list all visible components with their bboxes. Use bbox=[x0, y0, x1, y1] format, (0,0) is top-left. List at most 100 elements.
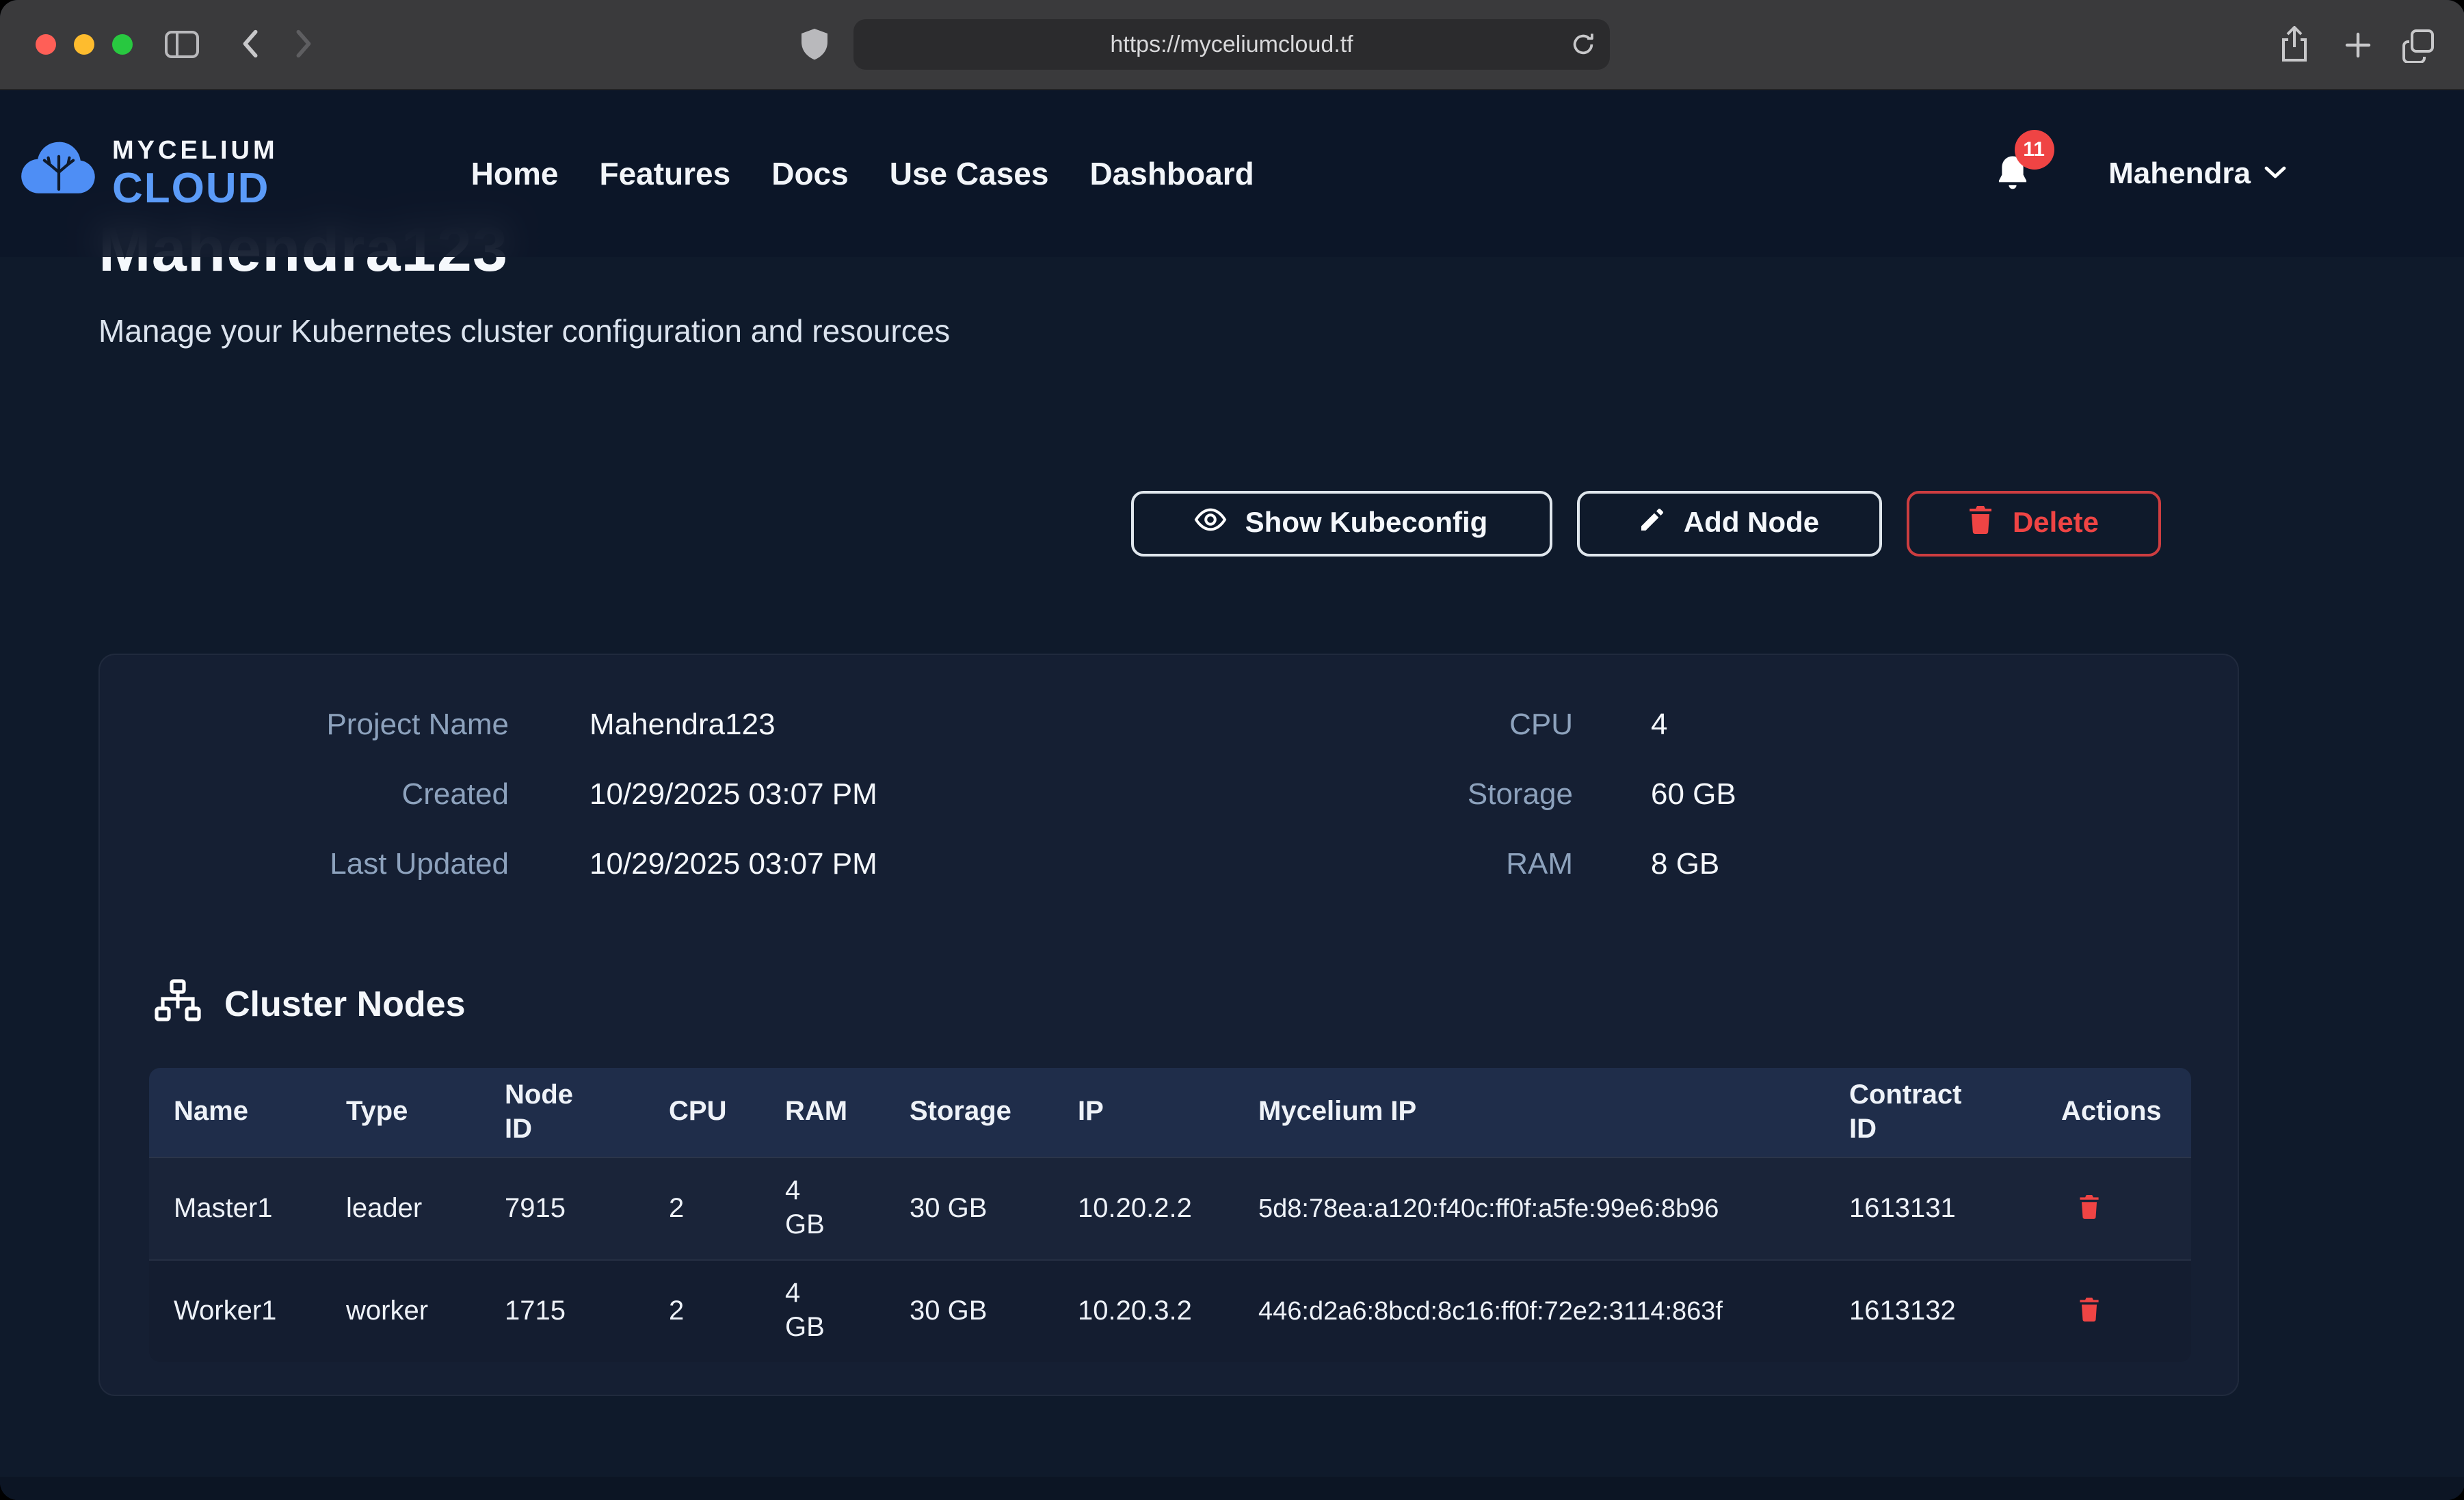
nav-link-docs[interactable]: Docs bbox=[771, 155, 849, 192]
navbar: MYCELIUM CLOUD Home Features Docs Use Cases… bbox=[0, 90, 2464, 257]
column-header-actions: Actions bbox=[2037, 1068, 2191, 1157]
column-header-contract-id: Contract ID bbox=[1825, 1068, 2037, 1157]
add-node-label: Add Node bbox=[1684, 507, 1819, 540]
column-header-cpu: CPU bbox=[644, 1068, 760, 1157]
cluster-actions: Show Kubeconfig Add Node Delete bbox=[1130, 491, 2160, 557]
cluster-nodes-heading: Cluster Nodes bbox=[155, 979, 466, 1028]
cell-actions bbox=[2037, 1158, 2191, 1259]
details-card: Project Name Mahendra123 Created 10/29/2025… bbox=[98, 654, 2239, 1396]
forward-icon[interactable] bbox=[295, 29, 313, 59]
stage: https://myceliumcloud.tf Mahendra123 Man… bbox=[0, 0, 2464, 1500]
shield-icon[interactable] bbox=[802, 29, 827, 60]
trash-icon bbox=[2078, 1296, 2101, 1326]
navbar-right: 11 Mahendra bbox=[1993, 153, 2286, 194]
show-kubeconfig-button[interactable]: Show Kubeconfig bbox=[1130, 491, 1552, 557]
logo-text-bottom: CLOUD bbox=[112, 167, 278, 209]
detail-value-project-name: Mahendra123 bbox=[589, 701, 877, 748]
show-kubeconfig-label: Show Kubeconfig bbox=[1245, 507, 1488, 540]
logo-cloud-icon bbox=[19, 136, 98, 211]
cell-node-id: 1715 bbox=[480, 1261, 644, 1362]
column-header-type: Type bbox=[321, 1068, 480, 1157]
table-row: Worker1worker171524 GB30 GB10.20.3.2446:… bbox=[149, 1259, 2191, 1362]
trash-icon bbox=[1968, 505, 1995, 543]
user-menu[interactable]: Mahendra bbox=[2108, 156, 2286, 191]
table-row: Master1leader791524 GB30 GB10.20.2.25d8:… bbox=[149, 1157, 2191, 1259]
refresh-icon[interactable] bbox=[1570, 31, 1596, 64]
column-header-mycelium-ip: Mycelium IP bbox=[1234, 1068, 1825, 1157]
detail-value-ram: 8 GB bbox=[1651, 841, 1736, 887]
share-icon[interactable] bbox=[2279, 26, 2310, 63]
delete-cluster-button[interactable]: Delete bbox=[1906, 491, 2160, 557]
cell-cpu: 2 bbox=[644, 1261, 760, 1362]
nav-link-features[interactable]: Features bbox=[599, 155, 730, 192]
eye-icon bbox=[1195, 507, 1228, 540]
detail-label-created: Created bbox=[126, 771, 509, 818]
details-left: Project Name Mahendra123 Created 10/29/2025… bbox=[126, 701, 877, 887]
logo[interactable]: MYCELIUM CLOUD bbox=[19, 136, 278, 211]
cell-name: Worker1 bbox=[149, 1261, 321, 1362]
url-text: https://myceliumcloud.tf bbox=[1110, 31, 1353, 58]
zoom-window-button[interactable] bbox=[112, 34, 133, 55]
detail-label-last-updated: Last Updated bbox=[126, 841, 509, 887]
footer-strip bbox=[0, 1477, 2464, 1500]
user-name: Mahendra bbox=[2108, 156, 2251, 191]
detail-label-cpu: CPU bbox=[1299, 701, 1573, 748]
new-tab-icon[interactable] bbox=[2342, 29, 2374, 62]
cell-cpu: 2 bbox=[644, 1158, 760, 1259]
nav-link-use-cases[interactable]: Use Cases bbox=[890, 155, 1049, 192]
detail-value-created: 10/29/2025 03:07 PM bbox=[589, 771, 877, 818]
cell-type: leader bbox=[321, 1158, 480, 1259]
detail-value-storage: 60 GB bbox=[1651, 771, 1736, 818]
table-header: NameTypeNode IDCPURAMStorageIPMycelium I… bbox=[149, 1068, 2191, 1157]
table-body: Master1leader791524 GB30 GB10.20.2.25d8:… bbox=[149, 1157, 2191, 1362]
details-right: CPU4Storage60 GBRAM8 GB bbox=[1299, 701, 1736, 887]
cell-mycelium-ip: 5d8:78ea:a120:f40c:ff0f:a5fe:99e6:8b96 bbox=[1234, 1158, 1825, 1259]
cell-contract-id: 1613132 bbox=[1825, 1261, 2037, 1362]
add-node-button[interactable]: Add Node bbox=[1576, 491, 1881, 557]
cluster-nodes-title: Cluster Nodes bbox=[224, 982, 466, 1025]
nav-link-dashboard[interactable]: Dashboard bbox=[1089, 155, 1254, 192]
delete-label: Delete bbox=[2013, 507, 2099, 540]
delete-node-button[interactable] bbox=[2078, 1194, 2101, 1224]
column-header-name: Name bbox=[149, 1068, 321, 1157]
minimize-window-button[interactable] bbox=[74, 34, 94, 55]
cell-ip: 10.20.3.2 bbox=[1053, 1261, 1234, 1362]
cell-ram: 4 GB bbox=[760, 1158, 885, 1259]
notifications-button[interactable]: 11 bbox=[1993, 153, 2032, 194]
detail-value-last-updated: 10/29/2025 03:07 PM bbox=[589, 841, 877, 887]
close-window-button[interactable] bbox=[36, 34, 56, 55]
cell-type: worker bbox=[321, 1261, 480, 1362]
sidebar-toggle-icon[interactable] bbox=[164, 30, 200, 59]
column-header-ram: RAM bbox=[760, 1068, 885, 1157]
tab-overview-icon[interactable] bbox=[2400, 27, 2436, 63]
cell-ip: 10.20.2.2 bbox=[1053, 1158, 1234, 1259]
detail-label-storage: Storage bbox=[1299, 771, 1573, 818]
delete-node-button[interactable] bbox=[2078, 1296, 2101, 1326]
nav-links: Home Features Docs Use Cases Dashboard bbox=[471, 155, 1254, 192]
nav-link-home[interactable]: Home bbox=[471, 155, 559, 192]
cell-ram: 4 GB bbox=[760, 1261, 885, 1362]
browser-toolbar: https://myceliumcloud.tf bbox=[0, 0, 2464, 90]
back-icon[interactable] bbox=[241, 29, 259, 59]
notification-badge: 11 bbox=[2014, 130, 2054, 170]
page: Mahendra123 Manage your Kubernetes clust… bbox=[0, 90, 2464, 1500]
detail-label-project-name: Project Name bbox=[126, 701, 509, 748]
trash-icon bbox=[2078, 1194, 2101, 1224]
logo-text-top: MYCELIUM bbox=[112, 138, 278, 164]
cell-node-id: 7915 bbox=[480, 1158, 644, 1259]
cell-storage: 30 GB bbox=[885, 1158, 1053, 1259]
address-bar[interactable]: https://myceliumcloud.tf bbox=[853, 19, 1610, 70]
chevron-down-icon bbox=[2263, 161, 2286, 186]
cluster-nodes-table: NameTypeNode IDCPURAMStorageIPMycelium I… bbox=[149, 1068, 2191, 1362]
detail-label-ram: RAM bbox=[1299, 841, 1573, 887]
pencil-icon bbox=[1639, 506, 1666, 541]
page-subtitle: Manage your Kubernetes cluster configura… bbox=[98, 313, 950, 350]
column-header-node-id: Node ID bbox=[480, 1068, 644, 1157]
cell-storage: 30 GB bbox=[885, 1261, 1053, 1362]
cell-name: Master1 bbox=[149, 1158, 321, 1259]
browser-window: https://myceliumcloud.tf Mahendra123 Man… bbox=[0, 0, 2464, 1500]
bell-icon bbox=[1993, 175, 2030, 198]
cell-contract-id: 1613131 bbox=[1825, 1158, 2037, 1259]
cell-mycelium-ip: 446:d2a6:8bcd:8c16:ff0f:72e2:3114:863f bbox=[1234, 1261, 1825, 1362]
column-header-ip: IP bbox=[1053, 1068, 1234, 1157]
